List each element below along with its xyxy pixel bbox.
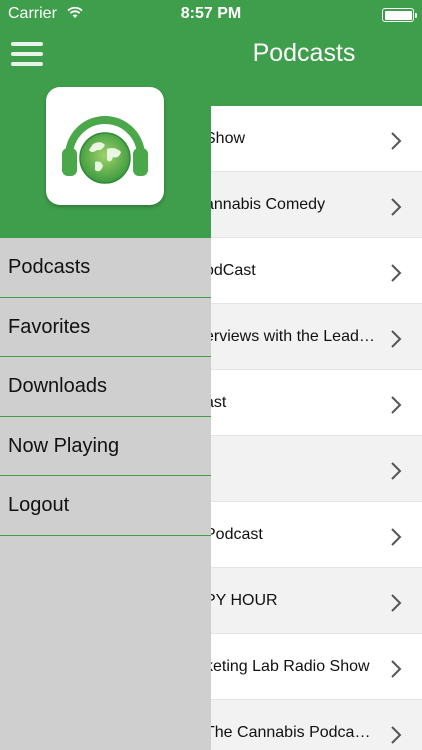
podcast-title: Podcast <box>205 526 263 543</box>
menu-item-favorites[interactable]: Favorites <box>0 298 211 357</box>
status-bar: Carrier 8:57 PM <box>0 0 422 30</box>
podcast-title: Show <box>205 130 246 147</box>
podcast-title: erviews with the Leaders of the Cannabis… <box>205 328 376 345</box>
menu-item-logout[interactable]: Logout <box>0 476 211 536</box>
podcast-title: PY HOUR <box>205 592 278 609</box>
podcast-title: odCast <box>205 262 256 279</box>
chevron-right-icon <box>391 594 402 612</box>
chevron-right-icon <box>391 660 402 678</box>
menu-item-label: Now Playing <box>8 434 120 457</box>
chevron-right-icon <box>391 726 402 744</box>
page-title: Podcasts <box>252 39 356 67</box>
chevron-right-icon <box>391 198 402 216</box>
podcast-title: ast <box>205 394 227 411</box>
chevron-right-icon <box>391 396 402 414</box>
menu-item-label: Logout <box>8 494 70 516</box>
menu-item-label: Favorites <box>8 315 91 338</box>
podcast-title: keting Lab Radio Show <box>205 658 370 675</box>
menu-item-podcasts[interactable]: Podcasts <box>0 238 211 298</box>
chevron-right-icon <box>391 132 402 150</box>
menu-item-label: Downloads <box>8 375 107 397</box>
status-time: 8:57 PM <box>180 5 242 22</box>
chevron-right-icon <box>391 264 402 282</box>
podcast-title: The Cannabis Podcast Network <box>205 724 376 741</box>
menu-item-downloads[interactable]: Downloads <box>0 357 211 417</box>
battery-icon <box>382 8 417 22</box>
menu-item-now-playing[interactable]: Now Playing <box>0 417 211 476</box>
side-drawer: Podcasts Favorites Downloads Now Playing… <box>0 0 211 750</box>
headphones-globe-icon <box>62 116 148 184</box>
menu-icon[interactable] <box>11 42 43 66</box>
app-logo <box>46 87 164 205</box>
chevron-right-icon <box>391 330 402 348</box>
menu-item-label: Podcasts <box>8 256 91 278</box>
drawer-header <box>0 0 211 238</box>
chevron-right-icon <box>391 528 402 546</box>
podcast-title: annabis Comedy <box>205 196 326 213</box>
drawer-menu: Podcasts Favorites Downloads Now Playing… <box>0 238 211 536</box>
chevron-right-icon <box>391 462 402 480</box>
